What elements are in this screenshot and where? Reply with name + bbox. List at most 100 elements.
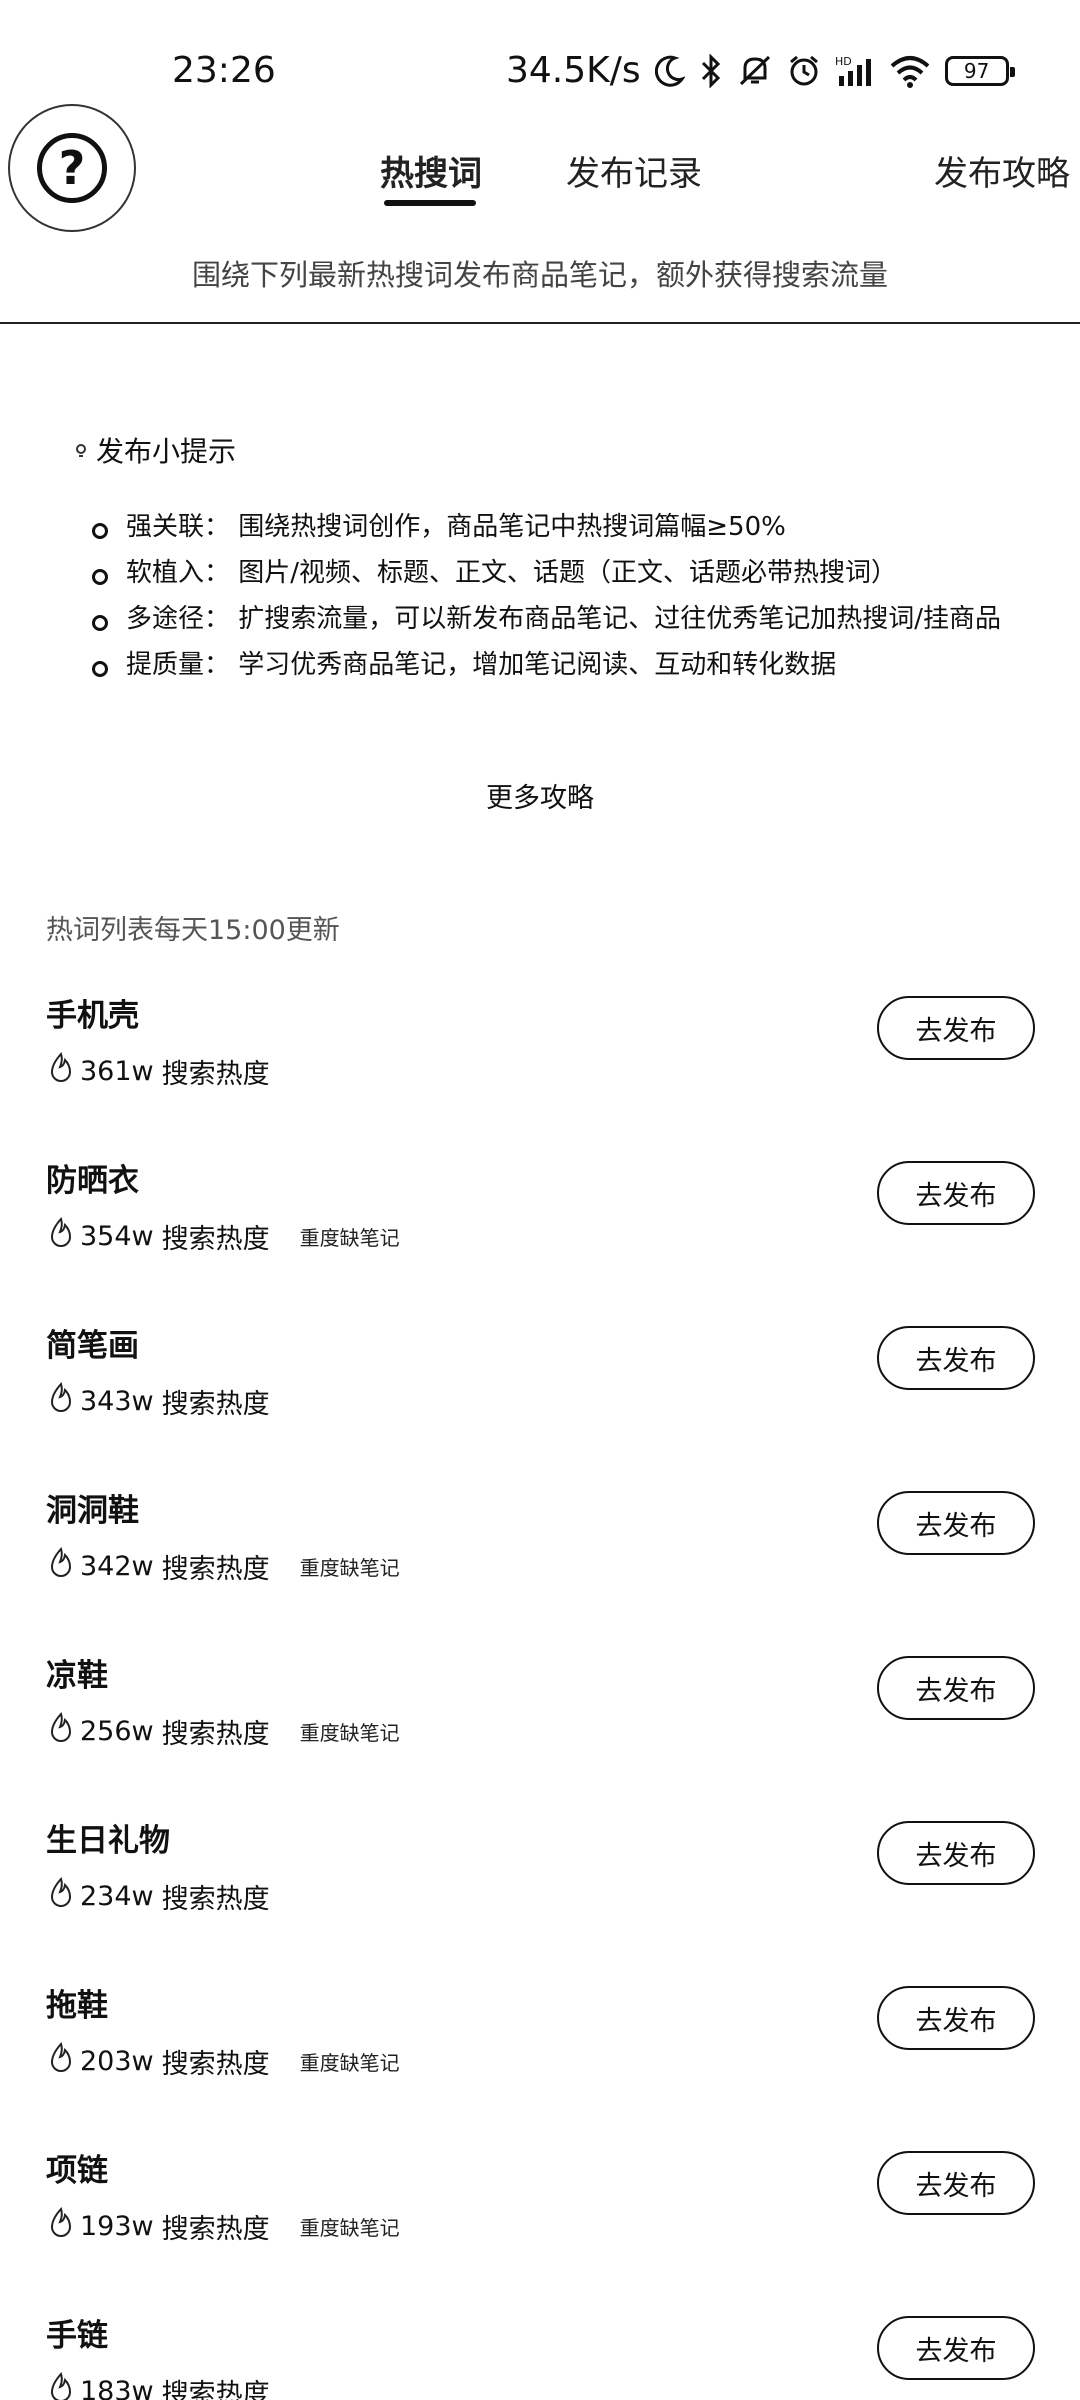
tips-header: 发布小提示 [74,430,236,470]
status-badge: 重度缺笔记 [299,2051,400,2075]
more-guide-link[interactable]: 更多攻略 [0,776,1080,815]
flame-icon [46,2207,80,2246]
hot-word: 项链 [46,2153,108,2189]
tip-item: 软植入： 图片/视频、标题、正文、话题（正文、话题必带热搜词） [90,550,1030,596]
heat-line: 343w 搜索热度 [46,1382,304,1421]
bulb-icon [74,434,88,467]
heat-value: 361w [80,1056,154,1087]
battery-indicator: 97 [944,55,1015,86]
publish-button[interactable]: 去发布 [877,2316,1035,2380]
heat-line: 234w 搜索热度 [46,1877,304,1916]
flame-icon [46,1547,80,1586]
flame-icon [46,1217,80,1256]
hot-word-row: 洞洞鞋 342w 搜索热度 重度缺笔记 去发布 [0,1485,1080,1650]
tab-publish-guide[interactable]: 发布攻略 [934,146,1070,195]
tips-title: 发布小提示 [96,435,237,468]
status-indicators: 34.5K/s HD 97 [506,50,1015,91]
moon-icon [654,55,685,87]
hot-word: 手链 [46,2318,108,2354]
publish-button[interactable]: 去发布 [877,1161,1035,1225]
question-icon: ? [37,133,107,203]
tips-list: 强关联： 围绕热搜词创作，商品笔记中热搜词篇幅≥50% 软植入： 图片/视频、标… [90,504,1030,688]
wifi-icon [889,54,931,88]
publish-button[interactable]: 去发布 [877,1491,1035,1555]
flame-icon [46,1382,80,1421]
status-badge [296,1400,304,1404]
hot-word: 洞洞鞋 [46,1493,139,1529]
hot-word-row: 防晒衣 354w 搜索热度 重度缺笔记 去发布 [0,1155,1080,1320]
hot-word: 凉鞋 [46,1658,108,1694]
hot-word-row: 手机壳 361w 搜索热度 去发布 [0,990,1080,1155]
tip-item: 多途径： 扩搜索流量，可以新发布商品笔记、过往优秀笔记加热搜词/挂商品 [90,596,1030,642]
heat-line: 342w 搜索热度 重度缺笔记 [46,1547,404,1586]
hot-word: 简笔画 [46,1328,139,1364]
heat-label: 搜索热度 [161,1719,270,1750]
mute-icon [737,54,773,88]
heat-line: 193w 搜索热度 重度缺笔记 [46,2207,404,2246]
status-time: 23:26 [172,50,276,91]
hot-word: 手机壳 [46,998,139,1034]
hot-word: 防晒衣 [46,1163,139,1199]
alarm-icon [787,54,821,88]
status-badge [296,1070,304,1074]
hot-word-row: 拖鞋 203w 搜索热度 重度缺笔记 去发布 [0,1980,1080,2145]
publish-button[interactable]: 去发布 [877,1986,1035,2050]
status-badge: 重度缺笔记 [299,2216,400,2240]
heat-line: 183w 搜索热度 [46,2372,304,2400]
hot-word-row: 项链 193w 搜索热度 重度缺笔记 去发布 [0,2145,1080,2310]
heat-value: 183w [80,2376,154,2400]
flame-icon [46,1877,80,1916]
hot-word-row: 简笔画 343w 搜索热度 去发布 [0,1320,1080,1485]
tip-item: 提质量： 学习优秀商品笔记，增加笔记阅读、互动和转化数据 [90,642,1030,688]
heat-label: 搜索热度 [161,2379,270,2400]
flame-icon [46,2372,80,2400]
flame-icon [46,1052,80,1091]
battery-level: 97 [963,58,990,83]
hot-word-row: 生日礼物 234w 搜索热度 去发布 [0,1815,1080,1980]
status-badge [296,2390,304,2394]
heat-label: 搜索热度 [161,2049,270,2080]
heat-label: 搜索热度 [161,2214,270,2245]
publish-button[interactable]: 去发布 [877,996,1035,1060]
hot-word: 拖鞋 [46,1988,108,2024]
heat-label: 搜索热度 [161,1389,270,1420]
status-badge: 重度缺笔记 [299,1721,400,1745]
hot-word-row: 凉鞋 256w 搜索热度 重度缺笔记 去发布 [0,1650,1080,1815]
status-badge [296,1895,304,1899]
heat-label: 搜索热度 [161,1059,270,1090]
active-tab-indicator [384,200,476,206]
publish-button[interactable]: 去发布 [877,2151,1035,2215]
heat-label: 搜索热度 [161,1224,270,1255]
header-divider [0,322,1080,324]
tab-publish-records[interactable]: 发布记录 [566,146,702,195]
network-speed: 34.5K/s [506,50,641,91]
heat-label: 搜索热度 [161,1554,270,1585]
heat-line: 203w 搜索热度 重度缺笔记 [46,2042,404,2081]
heat-value: 354w [80,1221,154,1252]
publish-button[interactable]: 去发布 [877,1821,1035,1885]
svg-text:HD: HD [835,55,852,68]
page-subtitle: 围绕下列最新热搜词发布商品笔记，额外获得搜索流量 [191,258,888,292]
heat-value: 234w [80,1881,154,1912]
heat-value: 256w [80,1716,154,1747]
flame-icon [46,2042,80,2081]
tip-item: 强关联： 围绕热搜词创作，商品笔记中热搜词篇幅≥50% [90,504,1030,550]
heat-line: 354w 搜索热度 重度缺笔记 [46,1217,404,1256]
heat-value: 342w [80,1551,154,1582]
tab-hot-words[interactable]: 热搜词 [380,146,482,195]
heat-line: 361w 搜索热度 [46,1052,304,1091]
update-note: 热词列表每天15:00更新 [46,915,340,946]
heat-label: 搜索热度 [161,1884,270,1915]
signal-icon: HD [835,54,875,88]
bluetooth-icon [699,53,723,88]
publish-button[interactable]: 去发布 [877,1656,1035,1720]
publish-button[interactable]: 去发布 [877,1326,1035,1390]
help-button[interactable]: ? [8,104,136,232]
heat-line: 256w 搜索热度 重度缺笔记 [46,1712,404,1751]
status-bar: 23:26 34.5K/s HD 97 [0,0,1080,140]
heat-value: 343w [80,1386,154,1417]
flame-icon [46,1712,80,1751]
hot-word: 生日礼物 [46,1823,170,1859]
heat-value: 193w [80,2211,154,2242]
hot-word-row: 手链 183w 搜索热度 去发布 [0,2310,1080,2400]
